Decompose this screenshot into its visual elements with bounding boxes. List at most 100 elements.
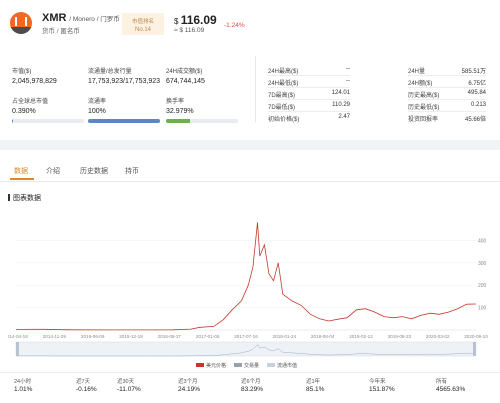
x-tick-label: 2014-04-18: [8, 334, 28, 339]
table-row-divider: [268, 111, 350, 112]
table-row-divider: [268, 87, 350, 88]
return-period-label: 24小时: [14, 379, 32, 385]
turnover-value: 32.979%: [166, 108, 194, 115]
table-row-value: --: [346, 78, 350, 84]
coin-title: XMR / Monero / 门罗币: [42, 12, 120, 24]
table-row-value: --: [346, 66, 350, 72]
legend-item[interactable]: 流通市值: [267, 363, 297, 369]
return-period-label: 今年来: [369, 379, 386, 385]
legend-swatch: [267, 363, 276, 367]
table-row-value: 110.29: [332, 102, 350, 108]
turnover-label: 换手率: [166, 99, 185, 105]
table-row-divider: [408, 99, 486, 100]
x-tick-label: 2015-06-09: [81, 334, 105, 339]
x-tick-label: 2017-01-05: [196, 334, 220, 339]
coin-header-card: XMR / Monero / 门罗币 货币 / 匿名币 市值排名 No.14 $…: [0, 0, 500, 140]
legend-label: 流通市值: [277, 363, 298, 369]
turnover-progress-bar: [166, 119, 238, 123]
legend-label: 美元价格: [206, 363, 227, 369]
turnover-progress-fill: [166, 119, 190, 123]
monero-logo-icon: [10, 12, 32, 34]
range-handle-left: [16, 342, 19, 356]
table-row-label: 24H最高($): [268, 69, 299, 75]
table-row-label: 24H最低($): [268, 81, 299, 87]
volume-label: 24H成交额($): [166, 69, 203, 75]
data-panel: 数据 介绍 历史数据 持币 图表数据 100 200 300 400 2014-04-1…: [0, 150, 500, 403]
table-row-label: 24H额($): [408, 81, 433, 87]
table-row-divider: [408, 75, 486, 76]
circulation-value: 100%: [88, 108, 106, 115]
chart-legend[interactable]: 美元价格 交易量 流通市值: [196, 362, 305, 369]
table-row-label: 历史最高($): [408, 93, 440, 99]
share-value: 0.390%: [12, 108, 36, 115]
circulation-progress-fill: [88, 119, 160, 123]
return-period-value: 151.87%: [369, 386, 395, 393]
legend-swatch: [196, 363, 204, 367]
tab-data[interactable]: 数据: [14, 166, 28, 176]
table-row-label: 初始价格($): [268, 117, 300, 123]
share-label: 占全球总市值: [12, 99, 49, 105]
table-row-value: 2.47: [338, 114, 350, 120]
x-tick-label: 2017-07-16: [234, 334, 258, 339]
currency-symbol: $: [174, 17, 179, 26]
legend-item[interactable]: 美元价格: [196, 363, 226, 369]
returns-divider: [0, 372, 500, 373]
return-period-label: 近1年: [306, 379, 321, 385]
tab-intro[interactable]: 介绍: [46, 166, 60, 176]
coin-tags: 货币 / 匿名币: [42, 28, 80, 35]
price-converted: ≈ $ 116.09: [174, 27, 205, 34]
return-period-label: 所有: [436, 379, 448, 385]
x-tick-label: 2020-03-02: [426, 334, 450, 339]
supply-value: 17,753,923/17,753,923: [88, 78, 161, 85]
supply-label: 流通量/总发行量: [88, 69, 132, 75]
y-tick-label: 300: [478, 261, 487, 267]
return-period-value: 83.29%: [241, 386, 264, 393]
table-row-value: 495.84: [467, 90, 486, 96]
x-tick-label: 2016-06-27: [158, 334, 182, 339]
y-tick-label: 400: [478, 238, 487, 244]
coin-symbol: XMR: [42, 12, 67, 24]
market-cap-label: 市值($): [12, 69, 32, 75]
return-period-label: 近30天: [117, 379, 135, 385]
tab-holders[interactable]: 持币: [125, 166, 139, 176]
return-period-value: -0.16%: [76, 386, 97, 393]
tab-divider: [0, 181, 500, 182]
table-row-value: 0.213: [470, 102, 486, 108]
table-row-label: 投资回报率: [408, 117, 439, 123]
return-period-value: 1.01%: [14, 386, 33, 393]
x-tick-label: 2018-01-24: [273, 334, 297, 339]
share-progress-bar: [12, 119, 84, 123]
rank-value: No.14: [134, 27, 151, 33]
chart-title: 图表数据: [8, 193, 41, 203]
y-tick-label: 200: [478, 283, 487, 289]
x-tick-label: 2019-08-23: [388, 334, 412, 339]
share-progress-fill: [12, 119, 13, 123]
coin-name: / Monero / 门罗币: [69, 16, 120, 23]
rank-badge: 市值排名 No.14: [122, 13, 164, 35]
return-period-label: 近6个月: [241, 379, 261, 385]
x-tick-label: 2019-02-12: [349, 334, 373, 339]
table-row-value: 124.01: [331, 90, 350, 96]
price-chart[interactable]: 100 200 300 400 2014-04-18 2014-11-29 2015-06-…: [8, 212, 492, 382]
y-tick-label: 100: [478, 306, 487, 312]
return-period-value: -11.07%: [117, 386, 141, 393]
circulation-label: 流通率: [88, 99, 107, 105]
volume-value: 674,744,145: [166, 78, 205, 85]
table-row-divider: [268, 99, 350, 100]
table-row-label: 7D最低($): [268, 105, 296, 111]
table-row-value: 45.66倍: [464, 117, 486, 123]
table-row-label: 24H量: [408, 69, 426, 75]
price-series-line: [15, 222, 477, 331]
active-tab-indicator: [10, 178, 34, 180]
column-divider: [255, 56, 256, 122]
tab-history[interactable]: 历史数据: [80, 166, 108, 176]
legend-item[interactable]: 交易量: [234, 363, 259, 369]
price-usd: $ 116.09: [174, 13, 217, 27]
price-value: 116.09: [180, 13, 217, 27]
table-row-divider: [408, 111, 486, 112]
return-period-value: 4565.63%: [436, 386, 466, 393]
legend-swatch: [234, 363, 243, 367]
rank-label: 市值排名: [131, 19, 154, 25]
table-row-label: 历史最低($): [408, 105, 440, 111]
table-row-divider: [268, 75, 350, 76]
